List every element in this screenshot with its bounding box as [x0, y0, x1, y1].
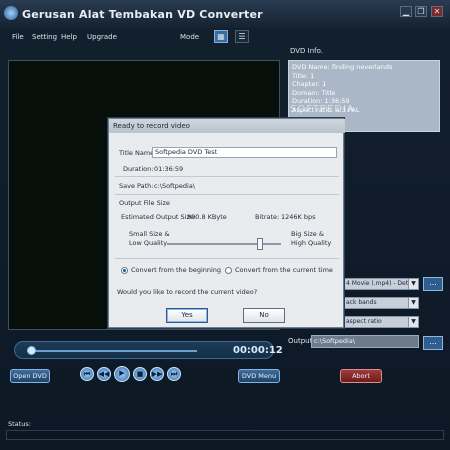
- convert-begin-label[interactable]: Convert from the beginning: [131, 266, 221, 274]
- record-dialog: Ready to record video Title Name: Softpe…: [108, 118, 345, 328]
- divider: [115, 258, 339, 259]
- duration-value: 01:36:59: [154, 165, 184, 173]
- app-logo-icon: [4, 6, 18, 20]
- estimated-size-label: Estimated Output Size:: [121, 213, 197, 221]
- title-bar: Gerusan Alat Tembakan VD Converter ▁ ❐ ✕: [0, 0, 450, 28]
- big-size-label: Big Size &: [291, 230, 324, 238]
- window-title: Gerusan Alat Tembakan VD Converter: [22, 8, 263, 21]
- menu-upgrade[interactable]: Upgrade: [87, 33, 117, 41]
- save-path-value: c:\Softpedia\: [154, 182, 196, 190]
- menu-setting[interactable]: Setting: [32, 33, 57, 41]
- fast-forward-icon[interactable]: ▶▶: [150, 367, 164, 381]
- output-file-size-label: Output File Size: [119, 199, 170, 207]
- seek-track: [27, 350, 197, 352]
- small-size-label: Small Size &: [129, 230, 170, 238]
- status-bar: [6, 430, 444, 440]
- abort-button[interactable]: Abort: [340, 369, 382, 383]
- list-view-icon[interactable]: ☰: [235, 30, 249, 43]
- open-dvd-button[interactable]: Open DVD: [10, 369, 50, 383]
- convert-current-radio[interactable]: [225, 267, 232, 274]
- seek-bar[interactable]: 00:00:12: [14, 341, 283, 359]
- app-window: Gerusan Alat Tembakan VD Converter ▁ ❐ ✕…: [0, 0, 450, 450]
- save-path-label: Save Path:: [119, 182, 154, 190]
- convert-current-label[interactable]: Convert from the current time: [235, 266, 333, 274]
- chevron-down-icon: ▼: [408, 298, 418, 308]
- dvd-info-label: DVD Info.: [290, 47, 324, 55]
- output-path-field[interactable]: c:\Softpedia\: [311, 335, 419, 348]
- rewind-icon[interactable]: ◀◀: [97, 367, 111, 381]
- menu-help[interactable]: Help: [61, 33, 77, 41]
- divider: [115, 194, 339, 195]
- restore-button[interactable]: ❐: [415, 6, 427, 17]
- duration-label: Duration:: [123, 165, 154, 173]
- bitrate-label: Bitrate:: [255, 213, 280, 221]
- dialog-title: Ready to record video: [109, 119, 345, 133]
- output-label: Output: [288, 337, 313, 345]
- title-name-input[interactable]: Softpedia DVD Test: [152, 147, 337, 158]
- status-label: Status:: [8, 420, 31, 428]
- audio-select-value: ack bands: [346, 299, 377, 306]
- watermark: SOFTPEDIA: [290, 104, 355, 115]
- chevron-down-icon: ▼: [408, 317, 418, 327]
- profile-browse-button[interactable]: ...: [423, 277, 443, 291]
- bitrate-value: 1246K bps: [281, 213, 316, 221]
- close-button[interactable]: ✕: [431, 6, 443, 17]
- dvd-info-line: Title: 1: [292, 71, 315, 80]
- skip-back-icon[interactable]: ⏮: [80, 367, 94, 381]
- mode-label: Mode: [180, 33, 200, 41]
- high-quality-label: High Quality: [291, 239, 332, 247]
- menu-file[interactable]: File: [12, 33, 24, 41]
- stop-icon[interactable]: ■: [133, 367, 147, 381]
- dvd-info-line: DVD Name: finding neverlands: [292, 63, 393, 71]
- dvd-info-line: Domain: Title: [292, 88, 336, 97]
- chevron-down-icon: ▼: [408, 279, 418, 289]
- dvd-info-line: Chapter: 1: [292, 80, 327, 88]
- no-button[interactable]: No: [243, 308, 285, 323]
- record-question: Would you like to record the current vid…: [117, 288, 258, 296]
- skip-forward-icon[interactable]: ⏭: [167, 367, 181, 381]
- dvd-menu-button[interactable]: DVD Menu: [238, 369, 280, 383]
- grid-view-icon[interactable]: ▦: [214, 30, 228, 43]
- quality-slider-handle[interactable]: [257, 238, 264, 250]
- low-quality-label: Low Quality: [129, 239, 168, 247]
- aspect-select-value: aspect ratio: [346, 318, 382, 325]
- quality-slider-track: [167, 243, 281, 245]
- divider: [115, 176, 339, 177]
- estimated-size-value: 890.8 KByte: [187, 213, 227, 221]
- audio-select[interactable]: ack bands ▼: [343, 297, 419, 309]
- title-name-label: Title Name:: [119, 149, 157, 157]
- minimize-button[interactable]: ▁: [400, 6, 412, 17]
- profile-select-value: 4 Movie (.mp4) - Detai: [346, 280, 414, 287]
- seek-handle[interactable]: [27, 346, 37, 355]
- profile-select[interactable]: 4 Movie (.mp4) - Detai ▼: [343, 278, 419, 290]
- yes-button[interactable]: Yes: [166, 308, 208, 323]
- playback-time: 00:00:12: [233, 345, 283, 356]
- convert-begin-radio[interactable]: [121, 267, 128, 274]
- aspect-select[interactable]: aspect ratio ▼: [343, 316, 419, 328]
- play-icon[interactable]: ▶: [114, 366, 130, 382]
- output-browse-button[interactable]: ...: [423, 336, 443, 350]
